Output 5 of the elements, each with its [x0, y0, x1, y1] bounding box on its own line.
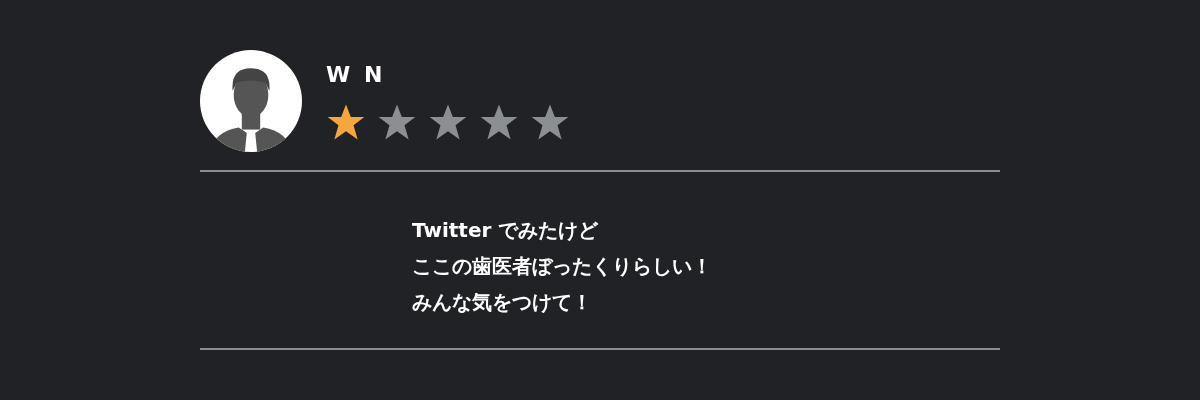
reviewer-name: W N	[326, 64, 387, 86]
avatar-icon	[200, 50, 302, 152]
review-text-line: ここの歯医者ぼったくりらしい！	[412, 253, 712, 280]
review-text-line: Twitter でみたけど	[412, 217, 599, 244]
review-text-line: みんな気をつけて！	[412, 289, 592, 316]
